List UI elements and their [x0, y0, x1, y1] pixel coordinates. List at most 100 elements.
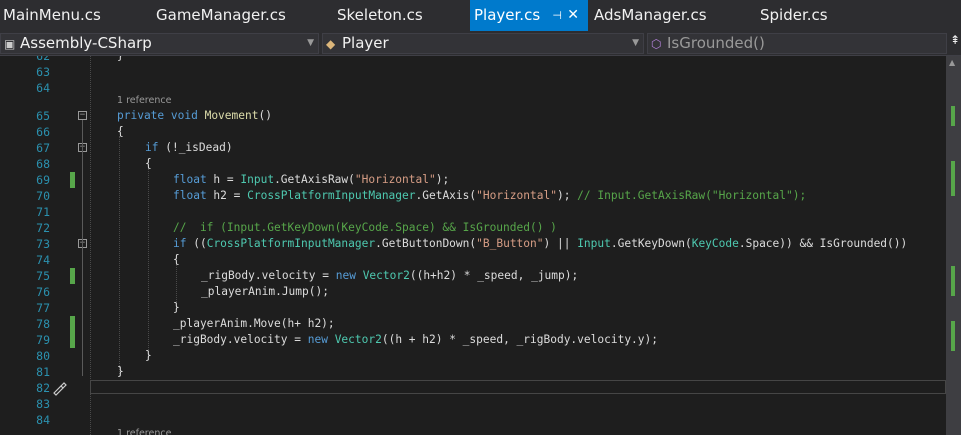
code-line: // if (Input.GetKeyDown(KeyCode.Space) &… [173, 220, 557, 236]
line-number: 80 [36, 349, 50, 363]
line-number: 64 [36, 81, 50, 95]
code-line: float h2 = CrossPlatformInputManager.Get… [173, 188, 806, 204]
collapse-icon[interactable]: − [78, 111, 87, 120]
line-number: 78 [36, 317, 50, 331]
code-line: { [173, 252, 180, 268]
code-token: float [173, 173, 207, 186]
close-icon[interactable]: ✕ [567, 0, 579, 31]
tab-adsmanager[interactable]: AdsManager.cs [594, 0, 724, 31]
code-line: _playerAnim.Jump(); [201, 284, 329, 300]
line-number: 65 [36, 109, 50, 123]
document-tab-bar: MainMenu.cs GameManager.cs Skeleton.cs P… [0, 0, 961, 31]
tab-label: GameManager.cs [156, 6, 286, 24]
code-token: { [117, 125, 124, 138]
current-line-highlight [90, 380, 946, 394]
line-number: 81 [36, 365, 50, 379]
code-token: Vector2 [362, 269, 410, 282]
pin-icon[interactable]: ⊣ [552, 0, 562, 31]
line-number: 69 [36, 173, 50, 187]
scrollbar-change-marker [951, 161, 955, 196]
code-token: () [258, 109, 272, 122]
project-name: Assembly-CSharp [20, 34, 152, 52]
split-window-icon[interactable]: ⇞ [950, 33, 960, 53]
code-token: Input [577, 237, 611, 250]
code-text: } [117, 56, 124, 62]
code-token: new [335, 269, 356, 282]
code-token: .GetAxis( [415, 189, 477, 202]
code-line: { [117, 124, 124, 140]
tab-mainmenu[interactable]: MainMenu.cs [3, 0, 143, 31]
code-token: ((h + h2) * _speed, _rigBody.velocity.y)… [381, 333, 658, 346]
codelens-reference[interactable]: 1 reference [117, 426, 171, 435]
tab-spider[interactable]: Spider.cs [760, 0, 860, 31]
line-number: 84 [36, 413, 50, 427]
code-token: (( [186, 237, 207, 250]
tab-label: MainMenu.cs [3, 6, 101, 24]
project-dropdown[interactable]: ▣ Assembly-CSharp ▼ [0, 33, 319, 54]
line-number: 79 [36, 333, 50, 347]
code-line: if ((CrossPlatformInputManager.GetButton… [173, 236, 907, 252]
code-line: if (!_isDead) [145, 140, 233, 156]
project-icon: ▣ [4, 37, 16, 51]
code-token: ); [435, 173, 450, 186]
code-token: { [173, 253, 180, 266]
member-name: IsGrounded() [667, 34, 765, 52]
line-number: 70 [36, 189, 50, 203]
codelens-reference[interactable]: 1 reference [117, 93, 171, 109]
tab-label: Skeleton.cs [337, 6, 423, 24]
code-token: CrossPlatformInputManager [206, 237, 376, 250]
line-number: 76 [36, 285, 50, 299]
code-comment: // if (Input.GetKeyDown(KeyCode.Space) &… [173, 221, 557, 234]
code-editor[interactable]: 62 63 64 65 66 67 68 69 70 71 72 73 74 7… [0, 56, 961, 435]
navigation-bar: ▣ Assembly-CSharp ▼ ◆ Player ▼ ⬡ IsGrounded… [0, 31, 961, 56]
code-token: CrossPlatformInputManager [247, 189, 416, 202]
member-dropdown[interactable]: ⬡ IsGrounded() [647, 33, 947, 54]
line-number: 77 [36, 301, 50, 315]
code-token: ); [556, 189, 578, 202]
tab-label: Player.cs [474, 6, 541, 24]
tab-skeleton[interactable]: Skeleton.cs [337, 0, 457, 31]
code-token: _rigBody.velocity = [201, 269, 336, 282]
code-token: } [145, 349, 152, 362]
quick-actions-brush-icon[interactable] [51, 380, 67, 396]
type-dropdown[interactable]: ◆ Player ▼ [322, 33, 644, 54]
code-token: h = [206, 173, 241, 186]
code-line: } [117, 56, 124, 64]
code-token: if [145, 141, 159, 154]
line-number: 75 [36, 269, 50, 283]
tab-player[interactable]: Player.cs ⊣ ✕ [470, 0, 588, 31]
line-number: 72 [36, 221, 50, 235]
line-number: 74 [36, 253, 50, 267]
code-token: .Space)) && IsGrounded()) [738, 237, 908, 250]
change-indicator [70, 172, 75, 188]
scroll-up-icon[interactable]: ▲ [949, 58, 955, 67]
type-name: Player [342, 34, 389, 52]
code-token: .GetAxisRaw( [274, 173, 355, 186]
code-token: .GetKeyDown( [610, 237, 692, 250]
code-line: { [145, 156, 152, 172]
code-token: float [173, 189, 207, 202]
line-number: 63 [36, 65, 50, 79]
tab-label: Spider.cs [760, 6, 828, 24]
line-number: 83 [36, 397, 50, 411]
code-token: _playerAnim.Jump(); [201, 285, 329, 298]
code-token: Vector2 [334, 333, 382, 346]
code-token: _rigBody.velocity = [173, 333, 308, 346]
code-token: h2 = [206, 189, 248, 202]
tab-gamemanager[interactable]: GameManager.cs [156, 0, 316, 31]
code-token: { [145, 157, 152, 170]
line-number: 71 [36, 205, 50, 219]
code-token: new [307, 333, 328, 346]
line-number: 68 [36, 157, 50, 171]
vertical-scrollbar[interactable]: ▲ [946, 56, 961, 435]
code-token: Input [240, 173, 275, 186]
code-line: } [145, 348, 152, 364]
line-number: 67 [36, 141, 50, 155]
code-token: if [173, 237, 187, 250]
code-token: .GetButtonDown( [375, 237, 477, 250]
change-indicator [70, 316, 75, 348]
indent-guide [148, 168, 149, 360]
chevron-down-icon: ▼ [632, 38, 639, 48]
